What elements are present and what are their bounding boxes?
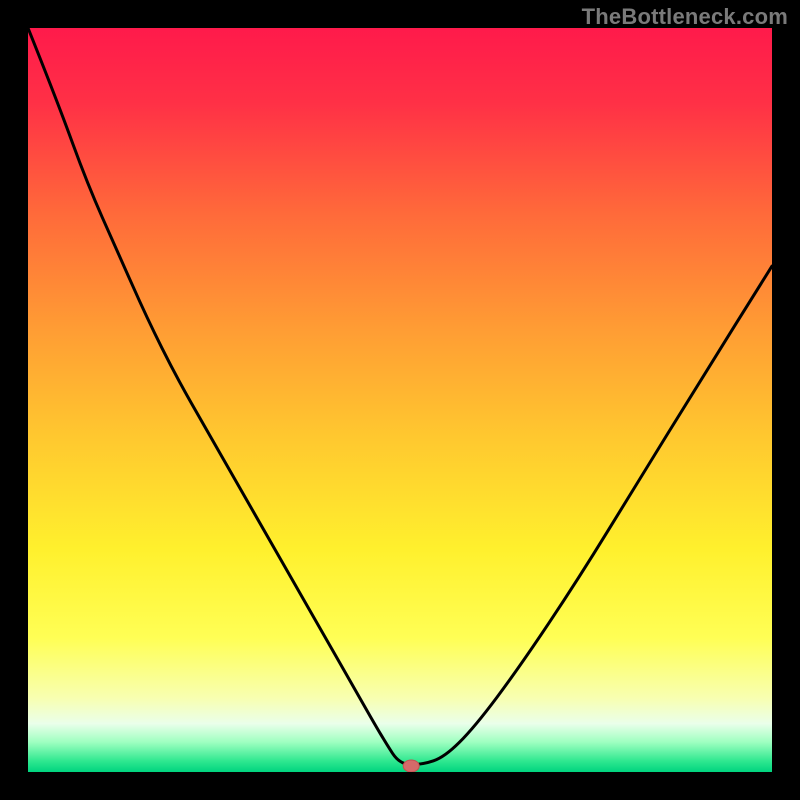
chart-svg <box>28 28 772 772</box>
watermark-text: TheBottleneck.com <box>582 4 788 30</box>
plot-area <box>28 28 772 772</box>
chart-frame: TheBottleneck.com <box>0 0 800 800</box>
optimum-marker <box>403 760 419 772</box>
gradient-background <box>28 28 772 772</box>
